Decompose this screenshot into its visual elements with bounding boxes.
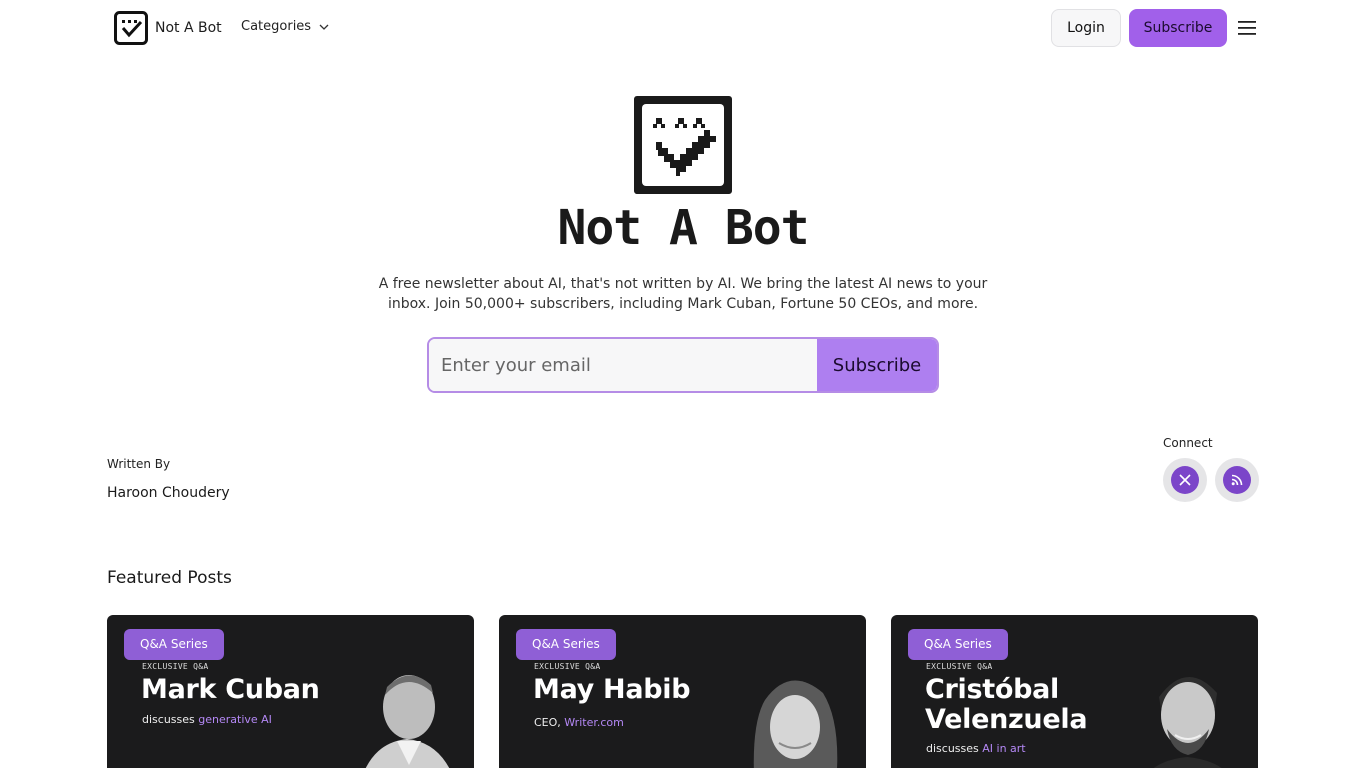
card-kicker: EXCLUSIVE Q&A	[534, 662, 601, 671]
featured-post-card-cristobal-velenzuela[interactable]: Q&A Series EXCLUSIVE Q&A Cristóbal Velen…	[891, 615, 1258, 768]
card-guest-name: Cristóbal Velenzuela	[925, 674, 1088, 735]
hero-logo-icon	[634, 96, 732, 194]
subscribe-form: Subscribe	[427, 337, 939, 393]
connect-label: Connect	[1163, 436, 1213, 450]
login-button[interactable]: Login	[1051, 9, 1121, 47]
featured-post-card-may-habib[interactable]: Q&A Series EXCLUSIVE Q&A May Habib CEO, …	[499, 615, 866, 768]
card-subtitle: discusses AI in art	[926, 742, 1026, 755]
card-guest-name: Mark Cuban	[141, 674, 320, 705]
author-name: Haroon Choudery	[107, 485, 230, 501]
hero-title: Not A Bot	[557, 200, 809, 256]
hero-description: A free newsletter about AI, that's not w…	[378, 276, 988, 312]
guest-portrait-image	[1153, 676, 1222, 768]
qa-series-badge: Q&A Series	[124, 629, 224, 660]
guest-portrait-image	[365, 675, 450, 768]
card-subtitle: CEO, Writer.com	[534, 716, 624, 729]
hamburger-menu-icon[interactable]	[1236, 18, 1258, 38]
rss-icon	[1223, 466, 1251, 494]
site-header: Not A Bot Categories Login Subscribe	[0, 0, 1366, 58]
featured-post-card-mark-cuban[interactable]: Q&A Series EXCLUSIVE Q&A Mark Cuban disc…	[107, 615, 474, 768]
subscribe-button[interactable]: Subscribe	[817, 339, 937, 391]
categories-dropdown[interactable]: Categories	[241, 19, 329, 34]
card-kicker: EXCLUSIVE Q&A	[142, 662, 209, 671]
x-social-link[interactable]	[1163, 458, 1207, 502]
rss-feed-link[interactable]	[1215, 458, 1259, 502]
guest-portrait-image	[753, 680, 838, 768]
card-kicker: EXCLUSIVE Q&A	[926, 662, 993, 671]
featured-posts-heading: Featured Posts	[107, 568, 232, 588]
card-subtitle: discusses generative AI	[142, 713, 272, 726]
written-by-label: Written By	[107, 457, 171, 471]
card-guest-name: May Habib	[533, 674, 691, 705]
chevron-down-icon	[319, 24, 329, 30]
x-icon	[1171, 466, 1199, 494]
brand-name: Not A Bot	[155, 20, 222, 36]
not-a-bot-logo-icon	[114, 11, 148, 45]
brand-home-link[interactable]: Not A Bot	[114, 11, 222, 45]
email-input[interactable]	[429, 339, 817, 391]
qa-series-badge: Q&A Series	[908, 629, 1008, 660]
qa-series-badge: Q&A Series	[516, 629, 616, 660]
categories-label: Categories	[241, 19, 312, 34]
header-subscribe-button[interactable]: Subscribe	[1129, 9, 1227, 47]
